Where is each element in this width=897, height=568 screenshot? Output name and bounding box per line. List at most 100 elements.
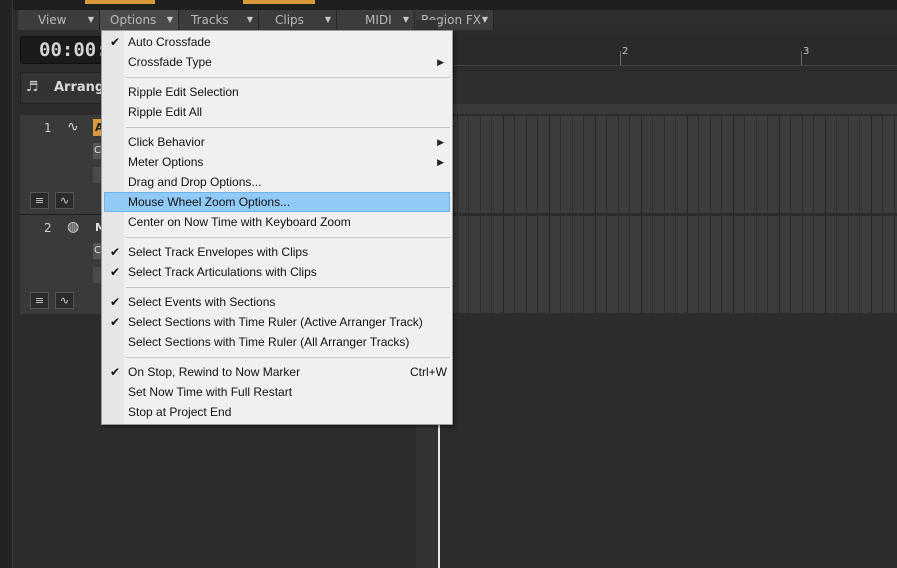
grid-line	[847, 116, 849, 213]
menu-item-select-track-envelopes[interactable]: ✔ Select Track Envelopes with Clips	[104, 242, 450, 262]
menu-tracks[interactable]: Tracks ▼	[179, 10, 259, 30]
grid-line	[755, 116, 757, 213]
left-strip	[0, 0, 13, 568]
orange-tab[interactable]	[85, 0, 155, 4]
menu-separator	[126, 237, 450, 238]
grid-line	[606, 116, 607, 213]
menu-separator	[126, 357, 450, 358]
menu-item-set-now-time-full-restart[interactable]: Set Now Time with Full Restart	[104, 382, 450, 402]
menu-item-label: Select Track Articulations with Clips	[128, 265, 317, 279]
grid-line	[560, 116, 561, 213]
grid-line	[652, 116, 653, 213]
checkmark-icon: ✔	[110, 295, 121, 309]
menu-midi-label: MIDI	[365, 13, 392, 27]
menu-item-on-stop-rewind[interactable]: ✔ On Stop, Rewind to Now Marker Ctrl+W	[104, 362, 450, 382]
orange-tab[interactable]	[243, 0, 315, 4]
menu-item-label: Drag and Drop Options...	[128, 175, 262, 189]
menu-options-label: Options	[110, 13, 157, 27]
submenu-arrow-icon: ▶	[437, 157, 444, 167]
grid-line	[491, 116, 492, 213]
menu-options[interactable]: Options ▼	[100, 10, 179, 30]
menu-separator	[126, 127, 450, 128]
menu-item-label: Ripple Edit Selection	[128, 85, 239, 99]
track-header[interactable]: 1 ∿ A C ≡ ∿	[20, 115, 104, 215]
grid-line	[456, 116, 458, 213]
envelope-icon[interactable]: ∿	[55, 192, 74, 209]
grid-line	[790, 116, 791, 213]
chevron-down-icon: ▼	[324, 15, 331, 24]
menu-item-select-sections-active[interactable]: ✔ Select Sections with Time Ruler (Activ…	[104, 312, 450, 332]
menu-item-label: On Stop, Rewind to Now Marker	[128, 365, 301, 379]
arranger-lane[interactable]	[416, 72, 897, 104]
ruler-tick	[620, 51, 621, 65]
grid-line	[801, 116, 803, 213]
menu-item-select-sections-all[interactable]: Select Sections with Time Ruler (All Arr…	[104, 332, 450, 352]
now-time-display[interactable]: 00:00:	[20, 36, 108, 64]
music-note-icon: ♬	[26, 79, 39, 95]
grid-line	[698, 116, 699, 213]
chevron-down-icon: ▼	[246, 15, 253, 24]
menu-view[interactable]: View ▼	[18, 10, 100, 30]
menu-item-stop-at-project-end[interactable]: Stop at Project End	[104, 402, 450, 422]
grid-line	[525, 216, 527, 313]
grid-line	[548, 216, 550, 313]
grid-line	[675, 116, 676, 213]
clip-lane[interactable]	[416, 116, 897, 213]
grid-line	[882, 116, 883, 213]
chevron-down-icon: ▼	[166, 15, 173, 24]
envelope-icon[interactable]: ∿	[55, 292, 74, 309]
menu-item-center-on-now-time[interactable]: Center on Now Time with Keyboard Zoom	[104, 212, 450, 232]
grid-line	[629, 116, 630, 213]
daw-window: View ▼ Options ▼ Tracks ▼ Clips ▼ MIDI ▼…	[0, 0, 897, 568]
options-menu: ✔ Auto Crossfade Crossfade Type ▶ Ripple…	[101, 30, 453, 425]
menu-item-label: Select Sections with Time Ruler (All Arr…	[128, 335, 410, 349]
menu-item-mouse-wheel-zoom-options[interactable]: Mouse Wheel Zoom Options...	[104, 192, 450, 212]
time-ruler[interactable]: 2 3	[416, 36, 897, 66]
grid-line	[767, 116, 768, 213]
lane-divider	[416, 104, 897, 114]
grid-line	[502, 216, 504, 313]
clip-lane[interactable]	[416, 216, 897, 313]
track-pane: 1 ∿ A C ≡ ∿ 2 ◍ M C ≡ ∿	[20, 115, 106, 315]
menu-item-crossfade-type[interactable]: Crossfade Type ▶	[104, 52, 450, 72]
grid-line	[721, 216, 722, 313]
menu-view-label: View	[38, 13, 67, 27]
menu-clips[interactable]: Clips ▼	[259, 10, 337, 30]
grid-line	[755, 216, 757, 313]
top-band	[13, 0, 897, 10]
menu-item-label: Set Now Time with Full Restart	[128, 385, 293, 399]
grid-line	[813, 116, 814, 213]
grid-line	[778, 216, 780, 313]
track-number: 1	[44, 121, 52, 135]
menu-item-select-events-with-sections[interactable]: ✔ Select Events with Sections	[104, 292, 450, 312]
menu-item-label: Select Sections with Time Ruler (Active …	[128, 315, 423, 329]
track-view-menubar: View ▼ Options ▼ Tracks ▼ Clips ▼ MIDI ▼…	[18, 10, 897, 30]
menu-item-label: Center on Now Time with Keyboard Zoom	[128, 215, 351, 229]
grid-line	[663, 116, 665, 213]
grid-line	[778, 116, 780, 213]
grid-line	[583, 116, 584, 213]
grid-line	[514, 116, 515, 213]
menu-item-drag-and-drop-options[interactable]: Drag and Drop Options...	[104, 172, 450, 192]
menu-item-ripple-edit-all[interactable]: Ripple Edit All	[104, 102, 450, 122]
menu-item-auto-crossfade[interactable]: ✔ Auto Crossfade	[104, 32, 450, 52]
grid-line	[617, 216, 619, 313]
track-strip-icon[interactable]: ≡	[30, 192, 49, 209]
menu-item-ripple-edit-selection[interactable]: Ripple Edit Selection	[104, 82, 450, 102]
menu-item-meter-options[interactable]: Meter Options ▶	[104, 152, 450, 172]
grid-line	[560, 216, 561, 313]
grid-line	[491, 216, 492, 313]
arranger-header[interactable]: ♬ Arrange	[20, 72, 113, 104]
grid-line	[859, 216, 860, 313]
waveform-icon: ∿	[67, 119, 79, 135]
menu-item-select-track-articulations[interactable]: ✔ Select Track Articulations with Clips	[104, 262, 450, 282]
grid-line	[468, 116, 469, 213]
menu-midi[interactable]: MIDI ▼	[337, 10, 415, 30]
menu-item-click-behavior[interactable]: Click Behavior ▶	[104, 132, 450, 152]
track-header[interactable]: 2 ◍ M C ≡ ∿	[20, 215, 106, 315]
grid-line	[456, 216, 458, 313]
checkmark-icon: ✔	[110, 35, 121, 49]
grid-line	[709, 116, 711, 213]
grid-line	[537, 216, 538, 313]
track-strip-icon[interactable]: ≡	[30, 292, 49, 309]
